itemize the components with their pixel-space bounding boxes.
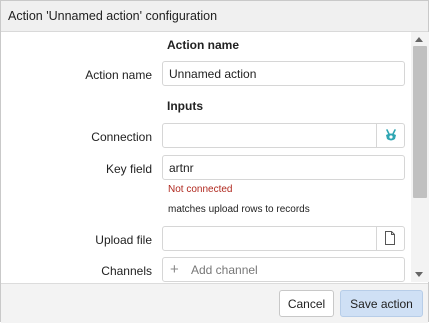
save-action-button[interactable]: Save action: [340, 290, 423, 317]
key-field-label: Key field: [105, 162, 152, 176]
dialog-content: Action name Action name Unnamed action I…: [1, 32, 411, 282]
file-icon: [385, 231, 395, 245]
connection-input[interactable]: [162, 123, 405, 148]
key-field-value: artnr: [169, 161, 194, 175]
upload-file-browse-button[interactable]: [376, 227, 404, 250]
configuration-dialog: Action 'Unnamed action' configuration Ac…: [0, 0, 429, 323]
connector-icon: [386, 129, 396, 141]
dialog-footer: Cancel Save action: [1, 283, 428, 323]
connection-picker-button[interactable]: [376, 124, 404, 147]
scroll-up-arrow-icon[interactable]: [415, 37, 423, 42]
upload-file-input[interactable]: [162, 226, 405, 251]
scroll-down-arrow-icon[interactable]: [415, 272, 423, 277]
key-field-hint: matches upload rows to records: [168, 204, 310, 215]
section-title-action-name: Action name: [167, 38, 240, 52]
dialog-title: Action 'Unnamed action' configuration: [8, 9, 218, 23]
section-title-inputs: Inputs: [167, 99, 203, 113]
action-name-label: Action name: [85, 68, 152, 82]
scrollbar-thumb[interactable]: [413, 46, 427, 198]
connection-label: Connection: [91, 130, 152, 144]
action-name-input[interactable]: Unnamed action: [162, 61, 405, 86]
upload-file-label: Upload file: [95, 233, 152, 247]
content-scrollbar[interactable]: [411, 32, 429, 282]
dialog-titlebar: Action 'Unnamed action' configuration: [1, 1, 428, 32]
plus-icon: +: [170, 261, 179, 278]
channels-add-button[interactable]: + Add channel: [162, 257, 405, 282]
channels-label: Channels: [101, 264, 152, 278]
channels-placeholder: Add channel: [191, 263, 258, 277]
action-name-value: Unnamed action: [169, 67, 257, 81]
cancel-button[interactable]: Cancel: [279, 290, 334, 317]
key-field-error: Not connected: [168, 184, 233, 195]
key-field-input[interactable]: artnr: [162, 155, 405, 180]
